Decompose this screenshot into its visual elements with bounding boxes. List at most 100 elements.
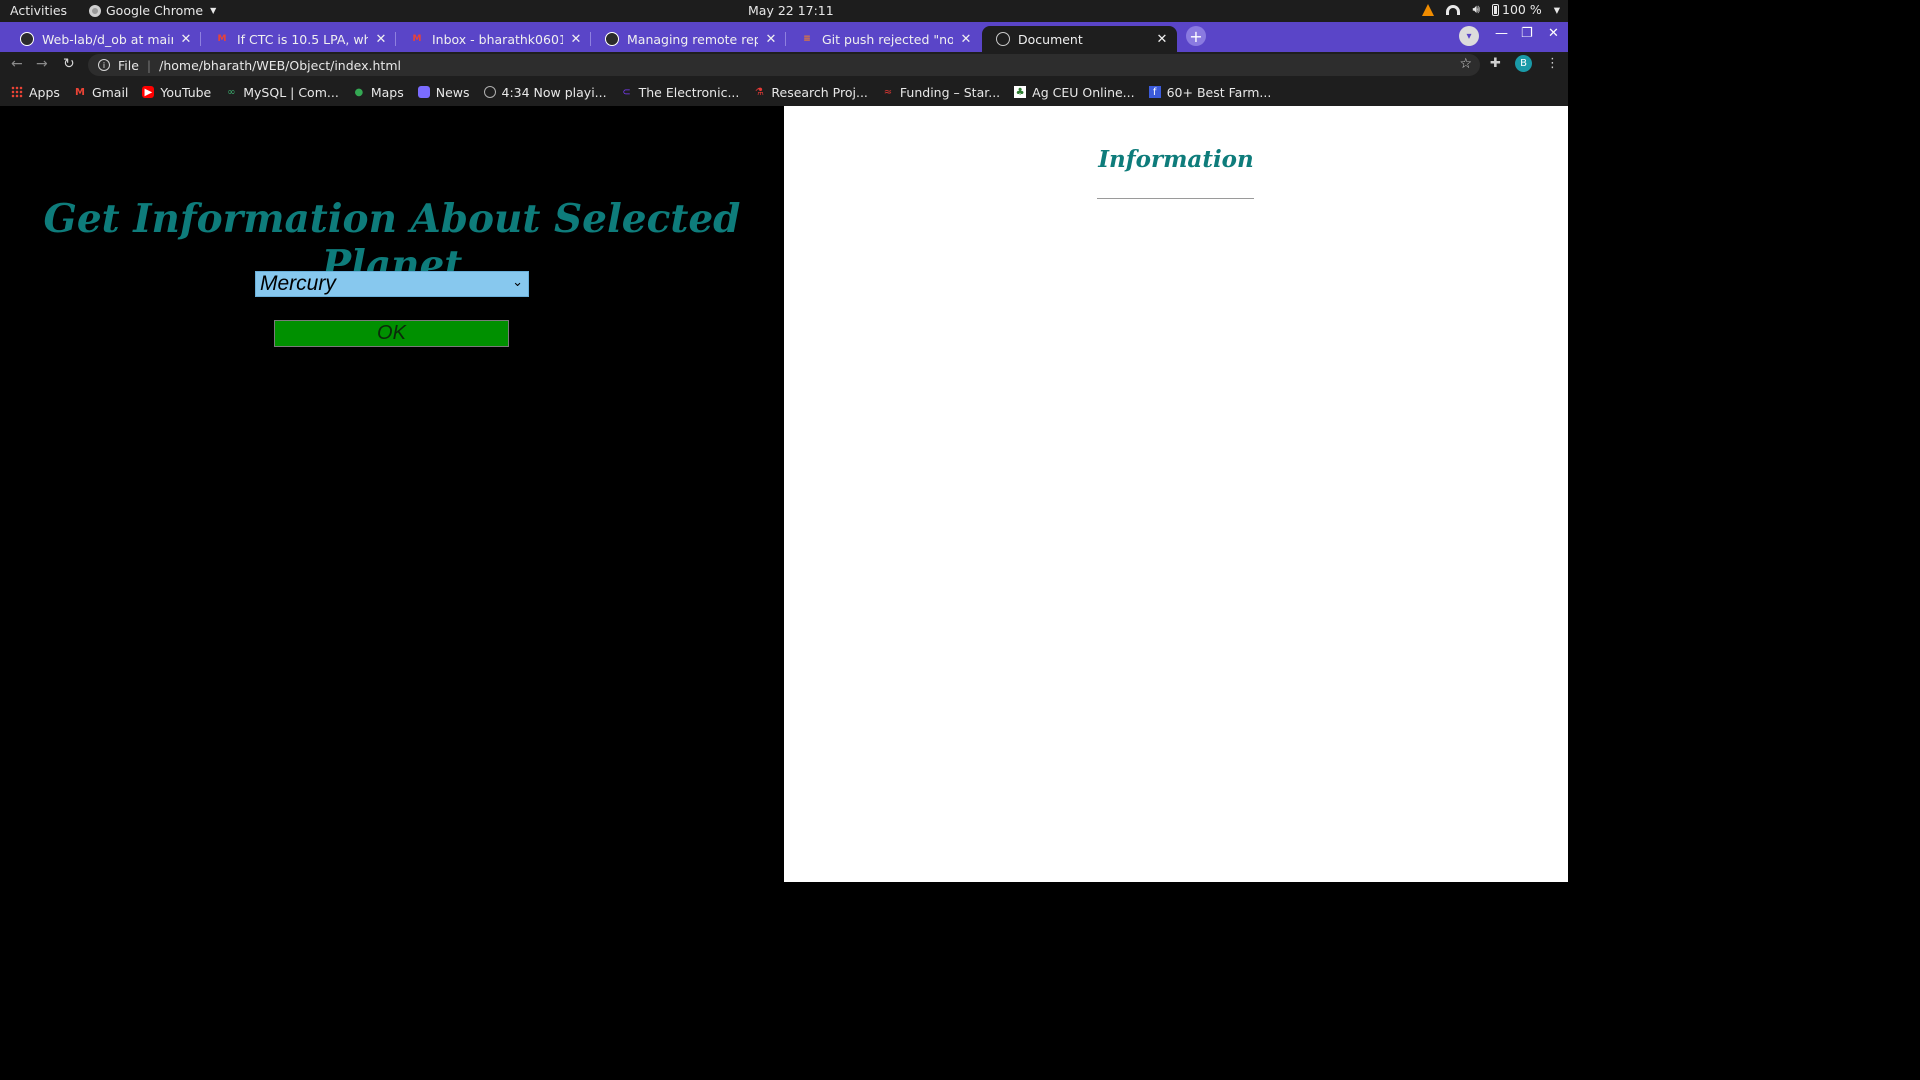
- bookmark-label: Apps: [29, 84, 60, 100]
- app-name-label: Google Chrome: [106, 3, 204, 18]
- bookmark-label: Ag CEU Online...: [1032, 84, 1135, 100]
- stackoverflow-icon: ≡: [803, 34, 811, 44]
- bookmark-youtube[interactable]: ▶ YouTube: [142, 85, 211, 100]
- bookmark-apps[interactable]: Apps: [11, 85, 60, 100]
- bookmark-maps[interactable]: ● Maps: [353, 84, 404, 100]
- tab-ctc-question[interactable]: M If CTC is 10.5 LPA, what w ✕: [201, 26, 396, 52]
- gmail-icon: M: [217, 34, 227, 44]
- power-menu-caret-icon[interactable]: ▾: [1554, 2, 1560, 17]
- close-icon[interactable]: ✕: [179, 32, 193, 47]
- battery-indicator: 100 %: [1492, 2, 1542, 17]
- tab-title: Managing remote reposit: [627, 31, 758, 47]
- forward-arrow-icon[interactable]: →: [36, 56, 48, 72]
- bookmark-electronic[interactable]: ⊂ The Electronic...: [621, 84, 740, 100]
- bookmarks-bar: Apps M Gmail ▶ YouTube ∞ MySQL | Com... ● Ma…: [0, 78, 1568, 106]
- tab-title: Git push rejected "non-fa: [822, 31, 953, 47]
- back-arrow-icon[interactable]: ←: [11, 56, 23, 72]
- browser-toolbar: ← → ↻ i File | /home/bharath/WEB/Object/…: [0, 52, 1568, 78]
- planet-selector-pane: Get Information About Selected Planet Me…: [0, 106, 784, 882]
- close-icon[interactable]: ✕: [764, 32, 778, 47]
- battery-percent: 100 %: [1502, 2, 1542, 17]
- chrome-icon: [89, 4, 101, 17]
- news-icon: [417, 86, 430, 98]
- planet-select-value: Mercury: [260, 272, 336, 295]
- bookmark-label: MySQL | Com...: [243, 84, 339, 100]
- extensions-puzzle-icon[interactable]: ✚: [1490, 56, 1501, 71]
- horizontal-divider: [1097, 198, 1254, 199]
- clock[interactable]: May 22 17:11: [748, 3, 834, 18]
- bookmark-research[interactable]: ⚗ Research Proj...: [753, 85, 868, 100]
- site-info-icon[interactable]: i: [98, 59, 110, 71]
- github-icon: [605, 32, 619, 46]
- new-tab-button[interactable]: +: [1186, 26, 1206, 46]
- close-icon[interactable]: ✕: [569, 32, 583, 47]
- bookmark-label: Research Proj...: [771, 84, 868, 100]
- globe-icon: [996, 32, 1010, 46]
- bookmark-label: Maps: [370, 84, 404, 100]
- tab-inbox[interactable]: M Inbox - bharathk0601@gm ✕: [396, 26, 591, 52]
- edn-icon: ⊂: [622, 86, 631, 98]
- bookmark-label: Gmail: [91, 84, 129, 100]
- bookmark-funding[interactable]: ≈ Funding – Star...: [882, 85, 1000, 100]
- wifi-icon: [1446, 4, 1461, 15]
- bookmark-mysql[interactable]: ∞ MySQL | Com...: [225, 85, 339, 100]
- bookmark-star-icon[interactable]: ☆: [1459, 56, 1472, 72]
- globe-icon: [483, 86, 496, 98]
- bookmark-label: YouTube: [160, 84, 212, 100]
- bookmark-label: 4:34 Now playi...: [501, 84, 607, 100]
- tab-document[interactable]: Document ✕: [982, 26, 1177, 52]
- information-heading: Information: [1098, 146, 1254, 173]
- youtube-icon: ▶: [142, 86, 155, 98]
- kebab-menu-icon[interactable]: ⋮: [1546, 56, 1559, 71]
- close-icon[interactable]: ✕: [1155, 32, 1169, 47]
- activities-button[interactable]: Activities: [10, 3, 67, 18]
- url-text[interactable]: /home/bharath/WEB/Object/index.html: [159, 58, 401, 73]
- tab-search-icon[interactable]: ▾: [1459, 26, 1479, 46]
- close-icon[interactable]: ✕: [374, 32, 388, 47]
- tab-title: Inbox - bharathk0601@gm: [432, 31, 563, 47]
- restore-icon[interactable]: ❐: [1521, 26, 1533, 41]
- caret-down-icon: ▼: [210, 6, 217, 15]
- battery-icon: [1492, 3, 1499, 16]
- url-scheme: File: [118, 57, 139, 73]
- address-bar[interactable]: i File | /home/bharath/WEB/Object/index.…: [88, 54, 1480, 76]
- bookmark-ag-ceu[interactable]: ♣ Ag CEU Online...: [1014, 84, 1135, 100]
- page-viewport: Get Information About Selected Planet Me…: [0, 106, 1568, 882]
- tab-managing-remote[interactable]: Managing remote reposit ✕: [591, 26, 786, 52]
- vlc-icon[interactable]: [1422, 3, 1435, 16]
- planet-select[interactable]: Mercury ⌄: [255, 271, 529, 297]
- system-top-bar: Activities Google Chrome ▼ May 22 17:11 …: [0, 0, 1568, 22]
- close-icon[interactable]: ✕: [959, 32, 973, 47]
- tab-git-push-rejected[interactable]: ≡ Git push rejected "non-fa ✕: [786, 26, 981, 52]
- apps-grid-icon: [11, 86, 23, 98]
- tab-title: Document: [1018, 31, 1083, 47]
- app-menu[interactable]: Google Chrome ▼: [89, 3, 216, 18]
- tab-title: Web-lab/d_ob at main · Bl: [42, 31, 173, 47]
- chevron-down-icon: ⌄: [512, 274, 523, 289]
- minimize-icon[interactable]: —: [1495, 26, 1508, 41]
- mysql-icon: ∞: [227, 86, 236, 98]
- gmail-icon: M: [412, 34, 422, 44]
- bookmark-label: 60+ Best Farm...: [1166, 84, 1272, 100]
- profile-avatar[interactable]: B: [1515, 55, 1532, 72]
- research-icon: ⚗: [754, 86, 764, 98]
- bookmark-news[interactable]: News: [417, 84, 470, 100]
- window-close-icon[interactable]: ✕: [1548, 26, 1559, 41]
- gmail-icon: M: [74, 86, 85, 98]
- volume-icon: 🔊︎: [1472, 2, 1480, 16]
- maps-pin-icon: ●: [354, 86, 364, 98]
- information-pane: Information: [784, 106, 1568, 882]
- funding-icon: ≈: [883, 86, 893, 98]
- bookmark-farm[interactable]: f 60+ Best Farm...: [1148, 84, 1272, 100]
- bookmark-label: Funding – Star...: [899, 84, 1001, 100]
- url-divider: |: [146, 57, 152, 73]
- tab-strip: Web-lab/d_ob at main · Bl ✕ M If CTC is …: [0, 22, 1568, 52]
- ok-button[interactable]: OK: [274, 320, 509, 347]
- bookmark-gmail[interactable]: M Gmail: [74, 85, 128, 100]
- bookmark-label: The Electronic...: [638, 84, 740, 100]
- bookmark-now-playing[interactable]: 4:34 Now playi...: [483, 84, 607, 100]
- system-tray[interactable]: 🔊︎ 100 % ▾: [1422, 2, 1560, 17]
- tab-web-lab[interactable]: Web-lab/d_ob at main · Bl ✕: [6, 26, 201, 52]
- reload-icon[interactable]: ↻: [63, 56, 75, 72]
- bookmark-label: News: [435, 84, 470, 100]
